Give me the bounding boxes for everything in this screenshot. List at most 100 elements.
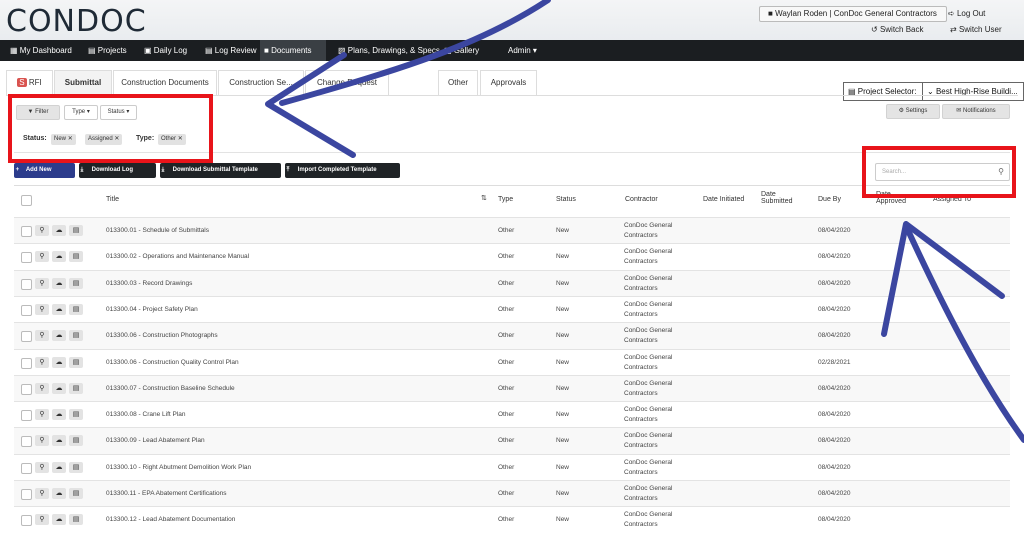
document-icon[interactable]: ▤	[69, 488, 83, 499]
zoom-icon[interactable]: ⚲	[35, 251, 49, 263]
nav-my-dashboard[interactable]: ▦ My Dashboard	[6, 40, 72, 61]
select-all-checkbox[interactable]	[21, 195, 32, 206]
table-row[interactable]: ⚲ ☁ ▤ 013300.06 - Construction Photographs O…	[14, 322, 1010, 350]
zoom-icon[interactable]: ⚲	[35, 356, 49, 368]
th-date-initiated[interactable]: Date Initiated	[703, 196, 744, 203]
cloud-download-icon[interactable]: ☁	[52, 251, 66, 263]
settings-button[interactable]: ⚙ Settings	[886, 104, 940, 119]
nav-log-review[interactable]: ▤ Log Review	[201, 40, 257, 61]
user-menu[interactable]: ■ Waylan Roden | ConDoc General Contract…	[759, 6, 947, 22]
row-title[interactable]: 013300.10 - Right Abutment Demolition Wo…	[106, 464, 251, 471]
nav-plans[interactable]: ▨ Plans, Drawings, & Specs	[334, 40, 440, 61]
cloud-download-icon[interactable]: ☁	[52, 514, 66, 526]
table-row[interactable]: ⚲ ☁ ▤ 013300.06 - Construction Quality Cont…	[14, 348, 1010, 376]
download-template-button[interactable]: ⤓ Download Submittal Template	[160, 163, 281, 178]
row-title[interactable]: 013300.06 - Construction Quality Control…	[106, 359, 239, 366]
row-title[interactable]: 013300.12 - Lead Abatement Documentation	[106, 516, 235, 523]
close-icon[interactable]: ✕	[178, 136, 183, 142]
close-icon[interactable]: ✕	[68, 136, 73, 142]
table-row[interactable]: ⚲ ☁ ▤ 013300.11 - EPA Abatement Certificati…	[14, 480, 1010, 507]
document-icon[interactable]: ▤	[69, 251, 83, 263]
th-type[interactable]: Type	[498, 196, 513, 203]
row-checkbox[interactable]	[21, 357, 32, 369]
row-checkbox[interactable]	[21, 226, 32, 237]
row-checkbox[interactable]	[21, 304, 32, 316]
switch-user-link[interactable]: ⇄ Switch User	[950, 25, 1002, 34]
cloud-download-icon[interactable]: ☁	[52, 303, 66, 315]
document-icon[interactable]: ▤	[69, 330, 83, 342]
row-title[interactable]: 013300.08 - Crane Lift Plan	[106, 411, 186, 418]
document-icon[interactable]: ▤	[69, 461, 83, 473]
notifications-button[interactable]: ✉ Notifications	[942, 104, 1010, 119]
row-title[interactable]: 013300.11 - EPA Abatement Certifications	[106, 490, 226, 497]
cloud-download-icon[interactable]: ☁	[52, 382, 66, 394]
filter-button[interactable]: ▼ Filter	[16, 105, 60, 120]
add-new-button[interactable]: + Add New	[14, 163, 75, 178]
table-row[interactable]: ⚲ ☁ ▤ 013300.02 - Operations and Maintenanc…	[14, 243, 1010, 271]
document-icon[interactable]: ▤	[69, 382, 83, 394]
zoom-icon[interactable]: ⚲	[35, 435, 49, 447]
tab-rfi[interactable]: S RFI	[6, 70, 53, 95]
cloud-download-icon[interactable]: ☁	[52, 409, 66, 421]
tab-construction-services[interactable]: Construction Se...	[218, 70, 304, 95]
table-row[interactable]: ⚲ ☁ ▤ 013300.03 - Record Drawings Other New Co…	[14, 269, 1010, 297]
download-log-button[interactable]: ⤓ Download Log	[79, 163, 156, 178]
cloud-download-icon[interactable]: ☁	[52, 330, 66, 342]
row-checkbox[interactable]	[21, 410, 32, 422]
document-icon[interactable]: ▤	[69, 435, 83, 447]
row-checkbox[interactable]	[21, 462, 32, 474]
row-checkbox[interactable]	[21, 252, 32, 264]
row-title[interactable]: 013300.07 - Construction Baseline Schedu…	[106, 385, 235, 392]
zoom-icon[interactable]: ⚲	[35, 303, 49, 315]
type-chip-other[interactable]: Other ✕	[158, 134, 186, 145]
th-status[interactable]: Status	[556, 196, 576, 203]
cloud-download-icon[interactable]: ☁	[52, 488, 66, 499]
document-icon[interactable]: ▤	[69, 409, 83, 421]
cloud-download-icon[interactable]: ☁	[52, 356, 66, 368]
cloud-download-icon[interactable]: ☁	[52, 461, 66, 473]
row-title[interactable]: 013300.09 - Lead Abatement Plan	[106, 437, 205, 444]
zoom-icon[interactable]: ⚲	[35, 409, 49, 421]
row-title[interactable]: 013300.01 - Schedule of Submittals	[106, 227, 209, 234]
th-date-submitted[interactable]: Date Submitted	[761, 191, 799, 205]
document-icon[interactable]: ▤	[69, 225, 83, 236]
table-row[interactable]: ⚲ ☁ ▤ 013300.07 - Construction Baseline Sch…	[14, 374, 1010, 402]
zoom-icon[interactable]: ⚲	[35, 461, 49, 473]
sort-icon[interactable]: ⇅	[481, 194, 487, 202]
search-input[interactable]: Search... ⚲	[875, 163, 1010, 181]
row-title[interactable]: 013300.06 - Construction Photographs	[106, 332, 218, 339]
zoom-icon[interactable]: ⚲	[35, 382, 49, 394]
nav-daily-log[interactable]: ▣ Daily Log	[140, 40, 187, 61]
zoom-icon[interactable]: ⚲	[35, 514, 49, 526]
table-row[interactable]: ⚲ ☁ ▤ 013300.12 - Lead Abatement Documentat…	[14, 506, 1010, 533]
document-icon[interactable]: ▤	[69, 277, 83, 289]
th-title[interactable]: Title	[106, 196, 119, 203]
table-row[interactable]: ⚲ ☁ ▤ 013300.04 - Project Safety Plan Other N…	[14, 295, 1010, 323]
row-title[interactable]: 013300.03 - Record Drawings	[106, 280, 192, 287]
table-row[interactable]: ⚲ ☁ ▤ 013300.08 - Crane Lift Plan Other New Co…	[14, 401, 1010, 429]
switch-back-link[interactable]: ↺ Switch Back	[871, 25, 924, 34]
th-assigned-to[interactable]: Assigned To	[933, 196, 971, 203]
zoom-icon[interactable]: ⚲	[35, 488, 49, 499]
nav-admin[interactable]: Admin ▾	[504, 40, 537, 61]
app-logo[interactable]: CONDOC	[6, 4, 147, 39]
th-contractor[interactable]: Contractor	[625, 196, 658, 203]
row-checkbox[interactable]	[21, 331, 32, 343]
row-checkbox[interactable]	[21, 383, 32, 395]
tab-construction-documents[interactable]: Construction Documents	[113, 70, 217, 95]
status-chip-new[interactable]: New ✕	[51, 134, 76, 145]
table-row[interactable]: ⚲ ☁ ▤ 013300.10 - Right Abutment Demolition…	[14, 453, 1010, 481]
cloud-download-icon[interactable]: ☁	[52, 435, 66, 447]
nav-documents[interactable]: ■ Documents	[260, 40, 326, 61]
nav-gallery[interactable]: ▣ Gallery	[440, 40, 479, 61]
tab-change-request[interactable]: Change Request	[305, 70, 389, 95]
row-title[interactable]: 013300.04 - Project Safety Plan	[106, 306, 198, 313]
status-dropdown[interactable]: Status ▾	[100, 105, 137, 120]
th-date-approved[interactable]: Date Approved	[876, 191, 912, 205]
zoom-icon[interactable]: ⚲	[35, 277, 49, 289]
th-due-by[interactable]: Due By	[818, 196, 841, 203]
cloud-download-icon[interactable]: ☁	[52, 277, 66, 289]
zoom-icon[interactable]: ⚲	[35, 330, 49, 342]
document-icon[interactable]: ▤	[69, 514, 83, 526]
tab-submittal[interactable]: Submittal	[54, 70, 112, 95]
